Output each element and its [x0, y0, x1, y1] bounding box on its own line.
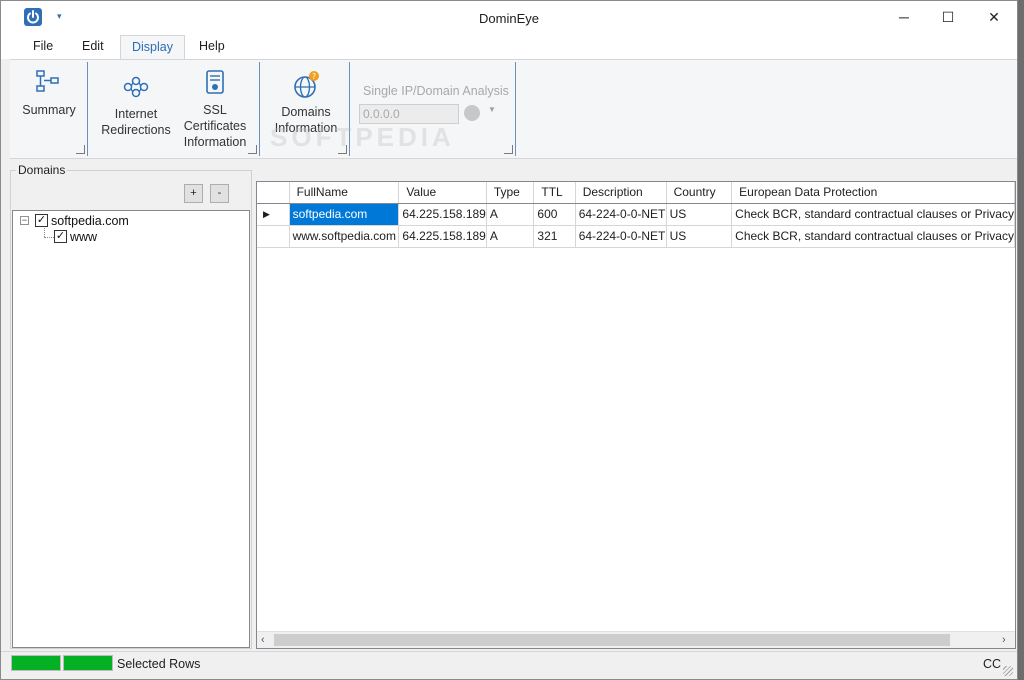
tree-connector [44, 228, 45, 237]
table-cell[interactable]: US [666, 225, 733, 248]
chevron-down-icon[interactable]: ▼ [488, 105, 496, 114]
column-header[interactable]: TTL [533, 182, 576, 204]
tree-connector [44, 237, 54, 238]
row-header-corner [257, 182, 290, 204]
column-header[interactable]: European Data Protection [731, 182, 1015, 204]
maximize-button[interactable]: ☐ [925, 1, 971, 33]
records-table: FullName Value Type TTL Description Coun… [257, 182, 1015, 248]
table-cell[interactable]: 600 [533, 203, 576, 226]
table-cell[interactable]: A [486, 203, 535, 226]
ssl-certificates-label: SSL Certificates Information [183, 103, 247, 149]
remove-domain-button[interactable]: - [210, 184, 229, 203]
svg-text:?: ? [312, 72, 316, 81]
column-header[interactable]: Type [486, 182, 535, 204]
checkbox-www[interactable]: ✓ [54, 230, 67, 243]
minimize-button[interactable]: ─ [881, 1, 927, 33]
tab-file[interactable]: File [22, 35, 64, 59]
ssl-certificates-button[interactable]: SSL Certificates Information [180, 68, 250, 150]
status-progress-segment [63, 655, 113, 671]
scroll-left-icon[interactable]: ‹ [261, 633, 265, 647]
menu-tabs: File Edit Display Help [1, 35, 1017, 60]
table-cell[interactable]: A [486, 225, 535, 248]
status-indicator: CC [983, 657, 1002, 671]
internet-redirections-label: Internet Redirections [101, 107, 171, 137]
analyze-globe-icon[interactable] [464, 105, 480, 121]
window-title: DominEye [479, 11, 539, 26]
ribbon-group-summary: Summary [10, 62, 88, 158]
table-cell[interactable]: 64.225.158.189 [398, 203, 487, 226]
ribbon: Summary Internet Redirections SSL Certif… [10, 59, 1017, 159]
table-cell[interactable]: 64.225.158.189 [398, 225, 487, 248]
checkbox-softpedia[interactable]: ✓ [35, 214, 48, 227]
column-header[interactable]: Value [398, 182, 487, 204]
table-cell[interactable]: softpedia.com [289, 203, 400, 226]
single-analysis-label: Single IP/Domain Analysis [363, 84, 509, 98]
status-text: Selected Rows [117, 657, 201, 671]
add-domain-button[interactable]: + [184, 184, 203, 203]
ip-address-input[interactable] [359, 104, 459, 124]
group-launcher-icon[interactable] [504, 145, 513, 154]
current-row-marker-icon[interactable]: ▶ [257, 203, 290, 226]
collapse-icon[interactable]: − [20, 216, 29, 225]
column-header[interactable]: Country [666, 182, 733, 204]
table-header: FullName Value Type TTL Description Coun… [257, 182, 1015, 204]
status-bar: Selected Rows CC [1, 651, 1017, 679]
domains-title: Domains [16, 163, 68, 177]
title-bar: ▾ DominEye ─ ☐ ✕ [1, 1, 1017, 35]
resize-grip-icon[interactable] [1003, 666, 1013, 676]
group-launcher-icon[interactable] [248, 145, 257, 154]
domains-panel: Domains + - − ✓ softpedia.com ✓ www [10, 163, 252, 649]
globe-icon: ? [294, 71, 319, 98]
app-window: ▾ DominEye ─ ☐ ✕ File Edit Display Help … [0, 0, 1018, 680]
row-header[interactable] [257, 225, 290, 248]
summary-button[interactable]: Summary [20, 68, 78, 118]
certificate-icon [206, 70, 224, 94]
table-cell[interactable]: Check BCR, standard contractual clauses … [731, 203, 1015, 226]
horizontal-scrollbar[interactable]: ‹ › [257, 631, 1015, 648]
group-launcher-icon[interactable] [76, 145, 85, 154]
tab-display[interactable]: Display [120, 35, 185, 60]
column-header[interactable]: Description [575, 182, 667, 204]
summary-label: Summary [22, 103, 76, 117]
table-cell[interactable]: 321 [533, 225, 576, 248]
internet-redirections-button[interactable]: Internet Redirections [100, 72, 172, 138]
domains-tree: − ✓ softpedia.com ✓ www [12, 210, 250, 648]
tab-edit[interactable]: Edit [71, 35, 115, 59]
scrollbar-thumb[interactable] [274, 634, 950, 646]
table-row[interactable]: ▶ softpedia.com 64.225.158.189 A 600 64-… [257, 203, 1015, 226]
ribbon-group-web: Internet Redirections SSL Certificates I… [88, 62, 260, 158]
tree-item-softpedia[interactable]: softpedia.com [51, 214, 129, 228]
tree-item-www[interactable]: www [70, 230, 97, 244]
ribbon-separator [515, 62, 516, 156]
table-cell[interactable]: 64-224-0-0-NET [575, 225, 667, 248]
table-cell[interactable]: www.softpedia.com [289, 225, 400, 248]
table-row[interactable]: www.softpedia.com 64.225.158.189 A 321 6… [257, 225, 1015, 248]
watermark: SOFTPEDIA [270, 122, 455, 152]
table-cell[interactable]: 64-224-0-0-NET [575, 203, 667, 226]
records-grid: FullName Value Type TTL Description Coun… [256, 181, 1016, 649]
column-header[interactable]: FullName [289, 182, 400, 204]
table-cell[interactable]: Check BCR, standard contractual clauses … [731, 225, 1015, 248]
close-button[interactable]: ✕ [971, 1, 1017, 33]
status-progress-segment [11, 655, 61, 671]
table-cell[interactable]: US [666, 203, 733, 226]
network-icon [123, 76, 149, 98]
tab-help[interactable]: Help [188, 35, 236, 59]
summary-icon [36, 70, 59, 92]
scroll-right-icon[interactable]: › [1002, 633, 1006, 647]
